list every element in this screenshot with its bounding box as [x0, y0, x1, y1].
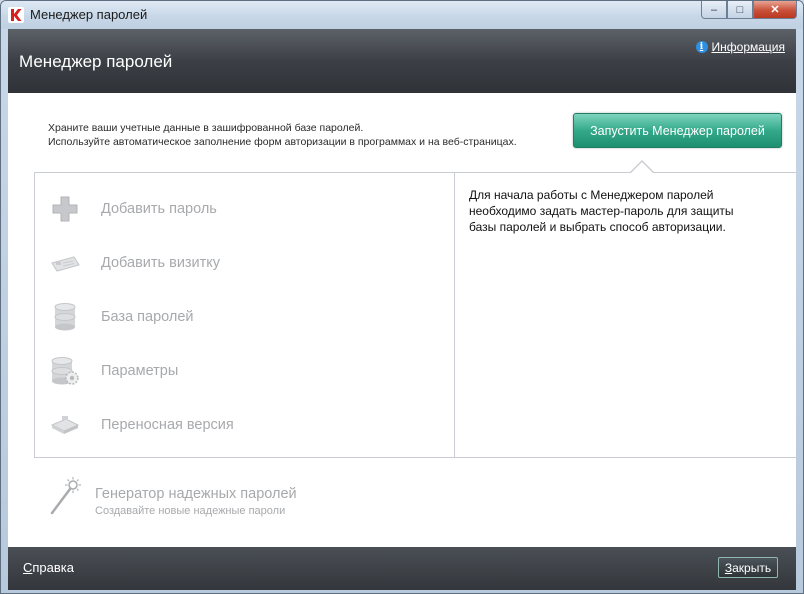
- page-title: Менеджер паролей: [19, 52, 173, 71]
- minimize-button[interactable]: –: [701, 1, 727, 19]
- intro-line-2: Используйте автоматическое заполнение фо…: [48, 136, 517, 148]
- generator-title: Генератор надежных паролей: [95, 486, 297, 502]
- setup-info-line-3: базы паролей и выбрать способ авторизаци…: [469, 220, 726, 234]
- launch-password-manager-button[interactable]: Запустить Менеджер паролей: [573, 113, 782, 148]
- menu-label-add-card: Добавить визитку: [101, 255, 221, 271]
- actions-panel: Добавить пароль Добавить визитку База па…: [34, 172, 796, 458]
- close-icon: ✕: [770, 4, 780, 16]
- maximize-icon: □: [736, 3, 744, 16]
- menu-item-portable-version[interactable]: Переносная версия: [50, 408, 234, 442]
- help-link[interactable]: Справка: [23, 560, 74, 575]
- menu-label-password-database: База паролей: [101, 309, 194, 325]
- callout-pointer-fill: [631, 162, 653, 173]
- database-icon: [50, 302, 80, 332]
- close-button[interactable]: Закрыть: [718, 557, 778, 578]
- intro-text: Храните ваши учетные данные в зашифрован…: [48, 121, 517, 149]
- menu-item-add-password[interactable]: Добавить пароль: [50, 192, 217, 226]
- menu-item-settings[interactable]: Параметры: [50, 354, 178, 388]
- portable-drive-icon: [50, 410, 80, 440]
- footer-bar: Справка Закрыть: [8, 547, 796, 590]
- menu-label-settings: Параметры: [101, 363, 179, 379]
- database-settings-icon: [50, 356, 80, 386]
- info-icon: i: [695, 41, 708, 53]
- main-content: Храните ваши учетные данные в зашифрован…: [8, 93, 796, 547]
- setup-info-text: Для начала работы с Менеджером паролей н…: [469, 187, 769, 235]
- plus-icon: [50, 194, 80, 224]
- generator-subtitle: Создавайте новые надежные пароли: [95, 505, 286, 517]
- window-title: Менеджер паролей: [30, 7, 148, 22]
- panel-divider: [454, 173, 455, 457]
- window-controls: – □ ✕: [701, 1, 797, 21]
- info-link[interactable]: i Информация: [695, 40, 785, 54]
- setup-info-line-1: Для начала работы с Менеджером паролей: [469, 188, 714, 202]
- menu-label-portable-version: Переносная версия: [101, 417, 234, 433]
- intro-line-1: Храните ваши учетные данные в зашифрован…: [48, 122, 364, 134]
- app-window: Менеджер паролей – □ ✕ Менеджер паролей …: [0, 0, 804, 594]
- setup-info-line-2: необходимо задать мастер-пароль для защи…: [469, 204, 734, 218]
- close-button-label: Закрыть: [724, 560, 772, 575]
- kaspersky-logo-icon: [8, 7, 24, 23]
- info-link-label: Информация: [711, 40, 785, 54]
- header-bar: Менеджер паролей i Информация: [8, 29, 796, 93]
- menu-label-add-password: Добавить пароль: [101, 201, 217, 217]
- magic-wand-icon: [50, 477, 81, 515]
- password-generator-link[interactable]: Генератор надежных паролей Создавайте но…: [48, 477, 297, 517]
- business-card-icon: [50, 248, 80, 278]
- title-bar[interactable]: Менеджер паролей – □ ✕: [1, 1, 803, 29]
- menu-item-password-database[interactable]: База паролей: [50, 300, 194, 334]
- menu-item-add-card[interactable]: Добавить визитку: [50, 246, 220, 280]
- minimize-icon: –: [710, 3, 718, 16]
- close-window-button[interactable]: ✕: [753, 1, 797, 19]
- maximize-button[interactable]: □: [727, 1, 753, 19]
